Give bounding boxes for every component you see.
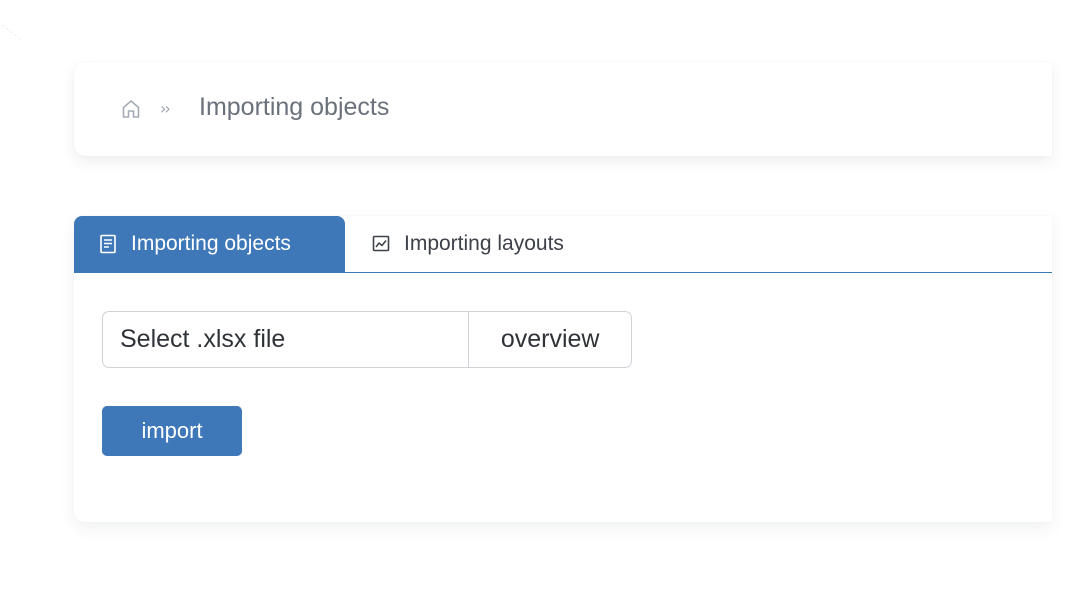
browse-button[interactable]: overview [468, 311, 632, 368]
file-input[interactable]: Select .xlsx file [102, 311, 469, 368]
tab-label: Importing objects [131, 232, 291, 255]
import-card: Importing objects Importing layouts Sele… [74, 216, 1052, 522]
document-list-icon [100, 234, 116, 254]
image-chart-icon [372, 235, 390, 252]
file-picker: Select .xlsx file overview [102, 311, 632, 368]
tab-label: Importing layouts [404, 232, 564, 255]
page: ›› Importing objects Importing objects I… [0, 0, 1077, 602]
tab-importing-objects[interactable]: Importing objects [74, 216, 345, 272]
page-title: Importing objects [199, 93, 390, 121]
breadcrumb-separator-icon: ›› [160, 99, 171, 118]
import-button[interactable]: import [102, 406, 242, 456]
tab-importing-layouts[interactable]: Importing layouts [345, 216, 635, 272]
breadcrumb: ›› Importing objects [74, 62, 1052, 156]
corner-decoration [0, 0, 60, 40]
home-icon[interactable] [121, 98, 141, 120]
tab-bar: Importing objects Importing layouts [74, 216, 1052, 273]
